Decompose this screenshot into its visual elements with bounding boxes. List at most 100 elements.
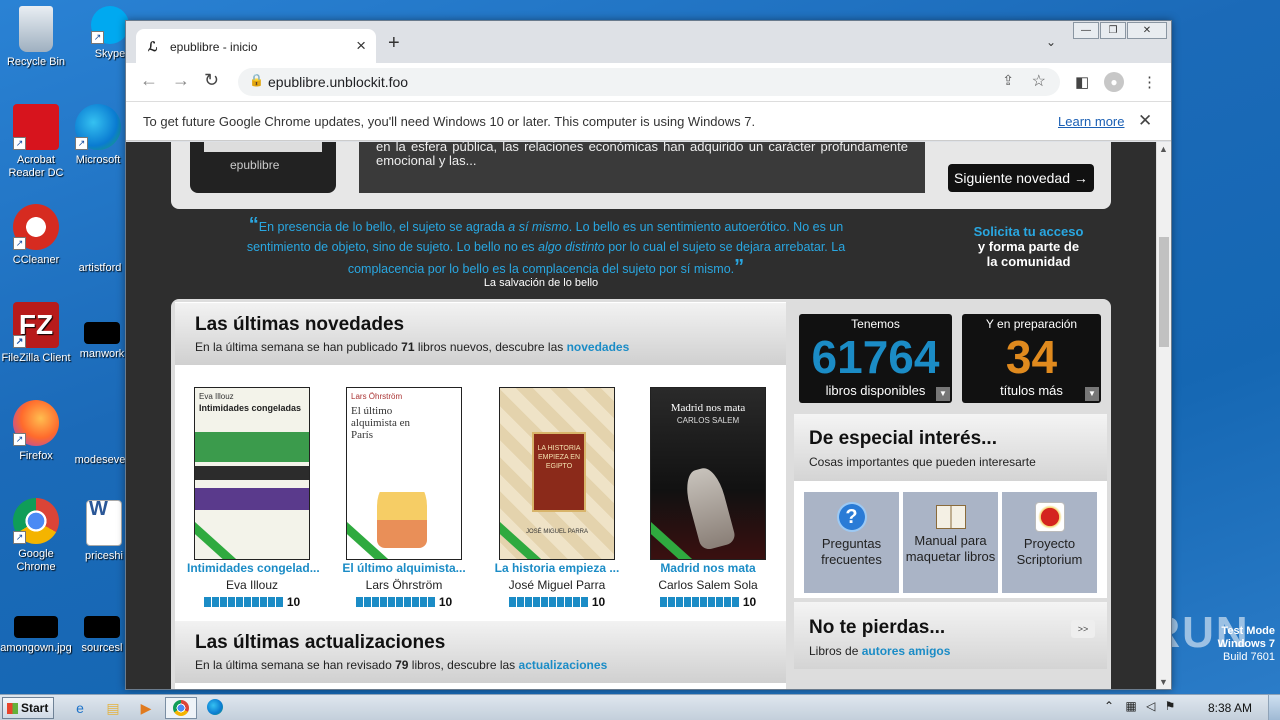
scroll-up-icon[interactable]: ▲ bbox=[1159, 144, 1168, 154]
book-card[interactable]: LA HISTORIA EMPIEZA EN EGIPTO JOSÉ MIGUE… bbox=[492, 387, 622, 609]
quote-source[interactable]: La salvación de lo bello bbox=[421, 277, 661, 289]
recycle-bin-icon bbox=[19, 6, 53, 52]
award-icon bbox=[1034, 502, 1065, 532]
request-access-link[interactable]: Solicita tu acceso y forma parte de la c… bbox=[956, 224, 1101, 269]
minimize-button[interactable]: — bbox=[1073, 22, 1099, 39]
profile-icon[interactable]: ● bbox=[1104, 72, 1124, 92]
stat-value: 61764 bbox=[811, 331, 940, 383]
next-arrow-button[interactable]: >> bbox=[1071, 620, 1095, 638]
show-desktop-button[interactable] bbox=[1268, 695, 1280, 720]
file-icon bbox=[84, 616, 120, 638]
taskbar-clock[interactable]: 8:38 AM bbox=[1208, 701, 1252, 715]
maximize-button[interactable]: ❐ bbox=[1100, 22, 1126, 39]
scroll-thumb[interactable] bbox=[1159, 237, 1169, 347]
manual-link[interactable]: Manual para maquetar libros bbox=[903, 492, 998, 593]
file-icon bbox=[77, 212, 123, 258]
scriptorium-link[interactable]: Proyecto Scriptorium bbox=[1002, 492, 1097, 593]
taskbar-ie-icon[interactable]: e bbox=[66, 697, 94, 719]
acrobat-icon: ↗ bbox=[13, 104, 59, 150]
taskbar-edge-icon[interactable] bbox=[201, 697, 229, 719]
autores-amigos-link[interactable]: autores amigos bbox=[862, 644, 951, 658]
next-novelty-button[interactable]: Siguiente novedad → bbox=[948, 164, 1094, 192]
bookmark-star-icon[interactable]: ☆ bbox=[1032, 71, 1046, 91]
side-panel-icon[interactable]: ◧ bbox=[1075, 73, 1089, 91]
image-icon bbox=[14, 616, 58, 638]
faq-link[interactable]: ? Preguntas frecuentes bbox=[804, 492, 899, 593]
share-icon[interactable]: ⇪ bbox=[1002, 72, 1014, 89]
stat-value: 34 bbox=[1005, 331, 1058, 383]
epublibre-favicon: ℒ bbox=[148, 39, 158, 54]
book-author[interactable]: Eva Illouz bbox=[187, 578, 317, 592]
book-card[interactable]: Madrid nos mata CARLOS SALEM Madrid nos … bbox=[643, 387, 773, 609]
learn-more-link[interactable]: Learn more bbox=[1058, 114, 1124, 129]
url-text: epublibre.unblockit.foo bbox=[268, 74, 409, 90]
book-icon bbox=[935, 505, 966, 529]
start-button[interactable]: Start bbox=[2, 697, 54, 719]
book-author[interactable]: Carlos Salem Sola bbox=[643, 578, 773, 592]
desktop-icon-chrome[interactable]: ↗ Google Chrome bbox=[0, 498, 72, 574]
book-cover[interactable]: Eva Illouz Intimidades congeladas bbox=[194, 387, 310, 560]
reload-icon[interactable]: ↻ bbox=[204, 70, 219, 91]
browser-window: ℒ epublibre - inicio × + ⌄ — ❐ ✕ ← → ↻ 🔒… bbox=[125, 20, 1172, 690]
actualizaciones-link[interactable]: actualizaciones bbox=[519, 658, 608, 672]
book-title[interactable]: Intimidades congelad... bbox=[187, 561, 320, 575]
word-icon: W bbox=[86, 499, 122, 546]
stat-available-books: Tenemos 61764 libros disponibles ▼ bbox=[799, 314, 952, 403]
taskbar-media-icon[interactable]: ▶ bbox=[132, 697, 160, 719]
taskbar-chrome-icon[interactable] bbox=[165, 697, 197, 719]
tab-epublibre[interactable]: ℒ epublibre - inicio × bbox=[136, 29, 376, 63]
desktop-icon-amongown[interactable]: amongown.jpg bbox=[0, 616, 72, 655]
tray-network-icon[interactable]: ▦ bbox=[1125, 699, 1136, 713]
chrome-icon: ↗ bbox=[13, 498, 59, 544]
dropdown-arrow-icon[interactable]: ▼ bbox=[936, 387, 950, 401]
scroll-down-icon[interactable]: ▼ bbox=[1159, 677, 1168, 687]
desktop-icon-edge[interactable]: ↗ Microsoft bbox=[62, 104, 134, 167]
desktop-icon-filezilla[interactable]: FZ ↗ FileZilla Client bbox=[0, 302, 72, 365]
page-scrollbar[interactable]: ▲ ▼ bbox=[1156, 142, 1171, 689]
novedades-link[interactable]: novedades bbox=[567, 340, 630, 354]
book-cover[interactable]: Madrid nos mata CARLOS SALEM bbox=[650, 387, 766, 560]
file-icon bbox=[84, 322, 120, 344]
infobar-close-icon[interactable]: ✕ bbox=[1138, 111, 1152, 131]
back-arrow-icon[interactable]: ← bbox=[140, 70, 158, 91]
quote-text: “En presencia de lo bello, el sujeto se … bbox=[246, 214, 846, 278]
book-author[interactable]: Lars Öhrström bbox=[339, 578, 469, 592]
update-infobar: To get future Google Chrome updates, you… bbox=[126, 101, 1171, 141]
ereader-image: epublibre bbox=[190, 142, 336, 193]
forward-arrow-icon[interactable]: → bbox=[172, 70, 190, 91]
desktop-icon-recycle-bin[interactable]: Recycle Bin bbox=[0, 6, 72, 69]
book-author[interactable]: José Miguel Parra bbox=[492, 578, 622, 592]
menu-kebab-icon[interactable]: ⋮ bbox=[1142, 73, 1157, 91]
novedades-title: Las últimas novedades bbox=[195, 314, 405, 335]
tab-strip: ℒ epublibre - inicio × + ⌄ — ❐ ✕ bbox=[126, 21, 1171, 63]
tray-volume-icon[interactable]: ◁ bbox=[1146, 699, 1155, 713]
file-icon bbox=[77, 404, 123, 450]
book-card[interactable]: Eva Illouz Intimidades congeladas Intimi… bbox=[187, 387, 320, 609]
book-rating: 10 bbox=[492, 595, 622, 609]
ereader-logo: epublibre bbox=[230, 158, 280, 172]
tab-title: epublibre - inicio bbox=[170, 40, 258, 54]
address-bar[interactable]: 🔒 epublibre.unblockit.foo ⇪ ☆ bbox=[238, 68, 1060, 96]
tab-close-icon[interactable]: × bbox=[356, 36, 366, 56]
taskbar-explorer-icon[interactable]: ▤ bbox=[99, 697, 127, 719]
close-window-button[interactable]: ✕ bbox=[1127, 22, 1167, 39]
book-title[interactable]: El último alquimista... bbox=[339, 561, 469, 575]
tray-expand-icon[interactable]: ⌃ bbox=[1104, 699, 1114, 713]
infobar-message: To get future Google Chrome updates, you… bbox=[143, 114, 756, 129]
dropdown-arrow-icon[interactable]: ▼ bbox=[1085, 387, 1099, 401]
new-tab-button[interactable]: + bbox=[388, 32, 400, 55]
page-viewport: epublibre en la esfera pública, las rela… bbox=[126, 142, 1156, 689]
close-quote-icon: ” bbox=[734, 256, 745, 278]
book-cover[interactable]: Lars Öhrström El último alquimista en Pa… bbox=[346, 387, 462, 560]
book-title[interactable]: La historia empieza ... bbox=[492, 561, 622, 575]
ccleaner-icon: ↗ bbox=[13, 204, 59, 250]
desktop-icon-firefox[interactable]: ↗ Firefox bbox=[0, 400, 72, 463]
book-card[interactable]: Lars Öhrström El último alquimista en Pa… bbox=[339, 387, 469, 609]
book-cover[interactable]: LA HISTORIA EMPIEZA EN EGIPTO JOSÉ MIGUE… bbox=[499, 387, 615, 560]
open-quote-icon: “ bbox=[248, 214, 259, 236]
book-rating: 10 bbox=[339, 595, 469, 609]
tray-flag-icon[interactable]: ⚑ bbox=[1165, 699, 1176, 713]
book-title[interactable]: Madrid nos mata bbox=[643, 561, 773, 575]
tab-search-chevron-icon[interactable]: ⌄ bbox=[1046, 35, 1056, 49]
desktop-icon-ccleaner[interactable]: ↗ CCleaner bbox=[0, 204, 72, 267]
